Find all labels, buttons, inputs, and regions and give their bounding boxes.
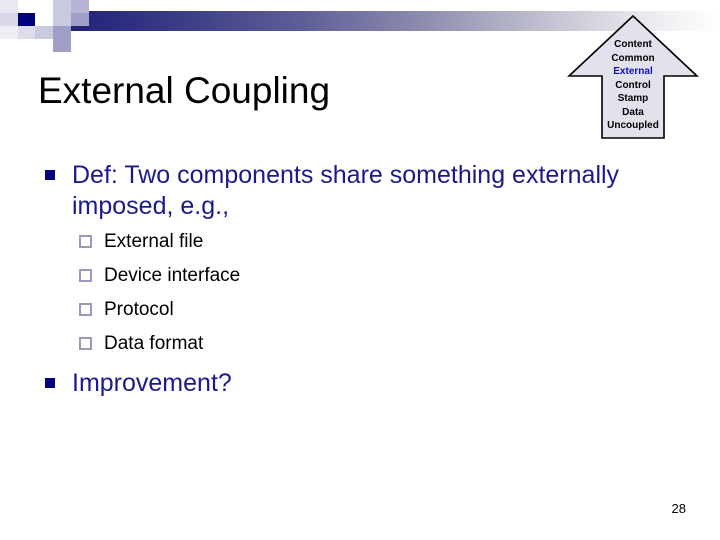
bullet-text: Improvement? (72, 369, 232, 397)
arrow-level-common: Common (611, 52, 655, 64)
checker-square (35, 0, 53, 13)
page-title: External Coupling (38, 70, 331, 111)
arrow-level-uncoupled: Uncoupled (607, 120, 659, 131)
bullet-text: Def: Two components share something exte… (72, 161, 620, 220)
bullet-marker-filled-square (45, 170, 55, 180)
page-number: 28 (671, 501, 686, 516)
checker-square (0, 26, 18, 39)
checker-square (53, 0, 71, 13)
checker-square (53, 39, 71, 52)
sub-bullet-text: External file (104, 231, 204, 252)
sub-bullet-text: Protocol (104, 299, 174, 320)
arrow-level-labels: Content Common External Control Stamp Data Unc… (566, 38, 700, 133)
sub-bullet-text: Data format (104, 333, 204, 354)
sub-bullet-marker-hollow-square (79, 235, 92, 248)
sub-bullet-list: External file Device interface Protocol … (0, 230, 720, 355)
sub-bullet-marker-hollow-square (79, 337, 92, 350)
bullet-marker-filled-square (45, 378, 55, 388)
checker-square (0, 0, 18, 13)
sub-bullet-marker-hollow-square (79, 303, 92, 316)
slide-body: Def: Two components share something exte… (0, 160, 720, 399)
checker-square (71, 13, 89, 26)
checker-square (18, 26, 35, 39)
arrow-level-data: Data (622, 106, 644, 118)
arrow-level-control: Control (615, 79, 651, 91)
sub-bullet-item: External file (0, 230, 720, 253)
checker-square (35, 26, 53, 39)
checker-square (18, 13, 35, 26)
sub-bullet-item: Protocol (0, 298, 720, 321)
sub-bullet-text: Device interface (104, 265, 241, 286)
checker-square (0, 13, 18, 26)
checker-square (53, 13, 71, 26)
checker-square (53, 26, 71, 39)
bullet-item: Def: Two components share something exte… (0, 160, 720, 222)
sub-bullet-item: Device interface (0, 264, 720, 287)
coupling-levels-arrow-icon: Content Common External Control Stamp Data Unc… (566, 14, 700, 140)
bullet-item: Improvement? (0, 368, 720, 399)
checker-square (35, 13, 53, 26)
arrow-level-stamp: Stamp (617, 93, 649, 104)
sub-bullet-marker-hollow-square (79, 269, 92, 282)
arrow-level-external: External (613, 66, 653, 77)
arrow-level-content: Content (614, 39, 652, 50)
sub-bullet-item: Data format (0, 332, 720, 355)
checker-square (71, 0, 89, 13)
